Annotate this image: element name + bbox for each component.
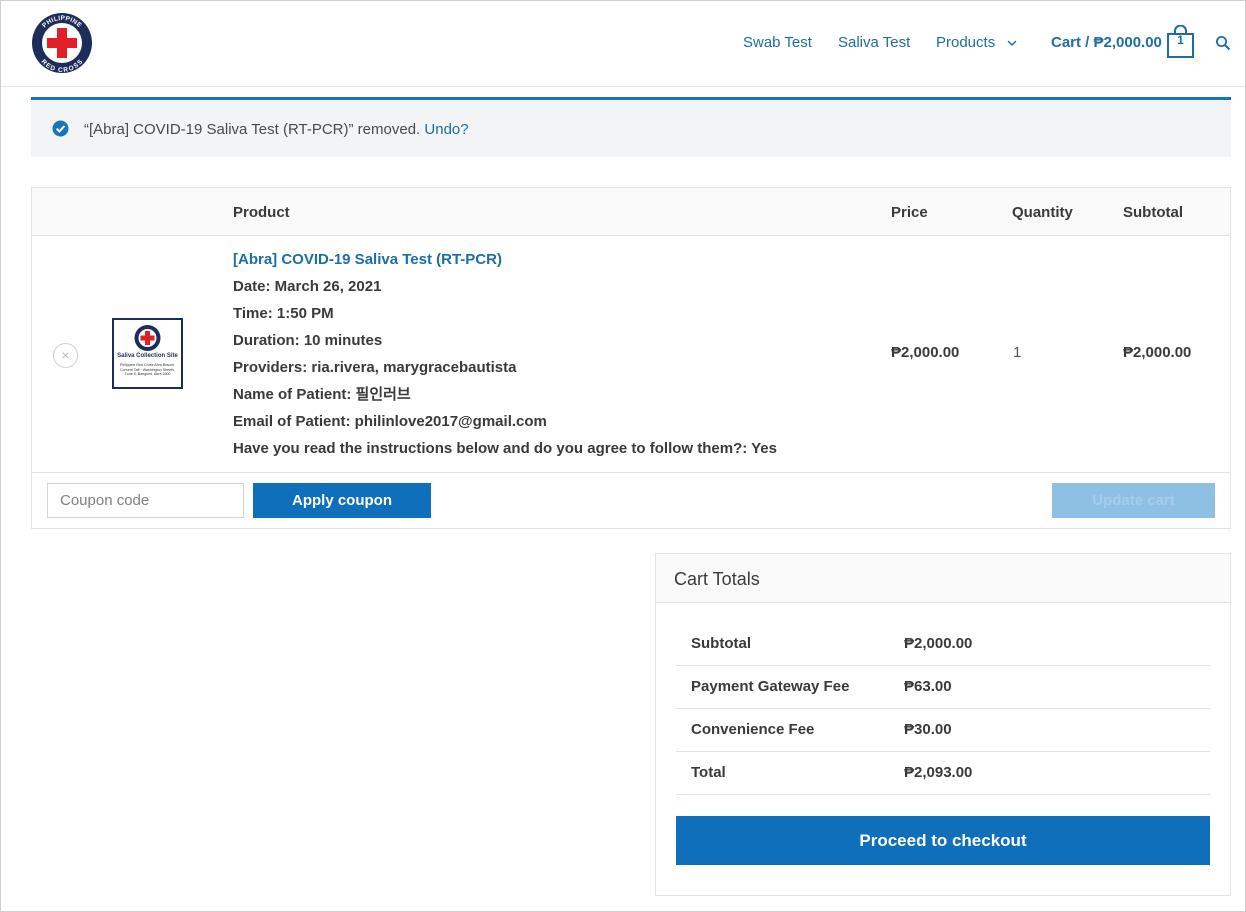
header-price: Price	[891, 204, 928, 221]
header-product: Product	[233, 204, 290, 221]
header-quantity: Quantity	[1012, 204, 1073, 221]
instructions-agreement: Have you read the instructions below and…	[233, 440, 777, 457]
cart-notice: “[Abra] COVID-19 Saliva Test (RT-PCR)” r…	[31, 97, 1231, 157]
search-icon[interactable]	[1215, 35, 1231, 51]
red-cross-logo[interactable]: PHILIPPINE RED CROSS	[31, 12, 93, 74]
product-providers: Providers: ria.rivera, marygracebautista	[233, 359, 517, 376]
undo-link[interactable]: Undo?	[424, 121, 468, 138]
cart-total-link[interactable]: Cart / ₱2,000.00	[1051, 34, 1162, 51]
header-subtotal: Subtotal	[1123, 204, 1183, 221]
patient-email: Email of Patient: philinlove2017@gmail.c…	[233, 413, 547, 430]
totals-convenience-fee-value: ₱30.00	[904, 721, 952, 738]
product-name-link[interactable]: [Abra] COVID-19 Saliva Test (RT-PCR)	[233, 250, 777, 277]
totals-total-label: Total	[691, 764, 726, 781]
cart-table: Product Price Quantity Subtotal × Saliva…	[31, 187, 1231, 529]
product-info: [Abra] COVID-19 Saliva Test (RT-PCR) Dat…	[233, 250, 777, 466]
cart-count-badge: 1	[1177, 33, 1184, 47]
totals-subtotal-value: ₱2,000.00	[904, 635, 973, 652]
coupon-code-input[interactable]	[47, 483, 244, 518]
cart-item-row: × Saliva Collection Site Philippine Red …	[32, 236, 1230, 473]
check-circle-icon	[52, 120, 69, 137]
nav-swab-test[interactable]: Swab Test	[743, 34, 812, 51]
totals-gateway-fee-value: ₱63.00	[904, 678, 952, 695]
chevron-down-icon	[1007, 40, 1017, 46]
cart-totals-title: Cart Totals	[674, 569, 760, 589]
nav-saliva-test[interactable]: Saliva Test	[838, 34, 910, 51]
cart-actions: Apply coupon Update cart	[32, 473, 1230, 528]
thumbnail-subtitle: Philippine Red Cross Abra Branch, Corner…	[119, 363, 176, 377]
nav-products-label: Products	[936, 34, 996, 51]
cart-totals-header: Cart Totals	[656, 554, 1230, 603]
site-header: PHILIPPINE RED CROSS Swab Test Saliva Te…	[1, 1, 1245, 87]
totals-row-gateway-fee: Payment Gateway Fee ₱63.00	[676, 666, 1210, 709]
cart-totals: Cart Totals Subtotal ₱2,000.00 Payment G…	[655, 553, 1231, 896]
red-cross-thumb-logo	[134, 325, 161, 351]
cart-table-header: Product Price Quantity Subtotal	[32, 188, 1230, 236]
totals-row-convenience-fee: Convenience Fee ₱30.00	[676, 709, 1210, 752]
cart-bag-icon[interactable]: 1	[1167, 24, 1194, 58]
update-cart-button[interactable]: Update cart	[1052, 483, 1215, 518]
totals-row-subtotal: Subtotal ₱2,000.00	[676, 623, 1210, 666]
product-date: Date: March 26, 2021	[233, 278, 382, 295]
item-price: ₱2,000.00	[891, 344, 960, 361]
nav-products[interactable]: Products	[936, 34, 1017, 51]
totals-row-total: Total ₱2,093.00	[676, 752, 1210, 795]
thumbnail-title: Saliva Collection Site	[117, 353, 178, 359]
totals-total-value: ₱2,093.00	[904, 764, 973, 781]
totals-gateway-fee-label: Payment Gateway Fee	[691, 678, 850, 695]
totals-convenience-fee-label: Convenience Fee	[691, 721, 815, 738]
item-subtotal: ₱2,000.00	[1123, 344, 1192, 361]
apply-coupon-button[interactable]: Apply coupon	[253, 483, 431, 518]
item-quantity[interactable]: 1	[1013, 344, 1021, 361]
proceed-to-checkout-button[interactable]: Proceed to checkout	[676, 816, 1210, 865]
product-time: Time: 1:50 PM	[233, 305, 334, 322]
product-duration: Duration: 10 minutes	[233, 332, 383, 349]
product-thumbnail[interactable]: Saliva Collection Site Philippine Red Cr…	[112, 318, 183, 389]
notice-text: “[Abra] COVID-19 Saliva Test (RT-PCR)” r…	[84, 121, 469, 138]
notice-message: “[Abra] COVID-19 Saliva Test (RT-PCR)” r…	[84, 121, 421, 138]
totals-subtotal-label: Subtotal	[691, 635, 751, 652]
remove-item-button[interactable]: ×	[53, 343, 78, 368]
patient-name: Name of Patient: 필인러브	[233, 386, 411, 403]
